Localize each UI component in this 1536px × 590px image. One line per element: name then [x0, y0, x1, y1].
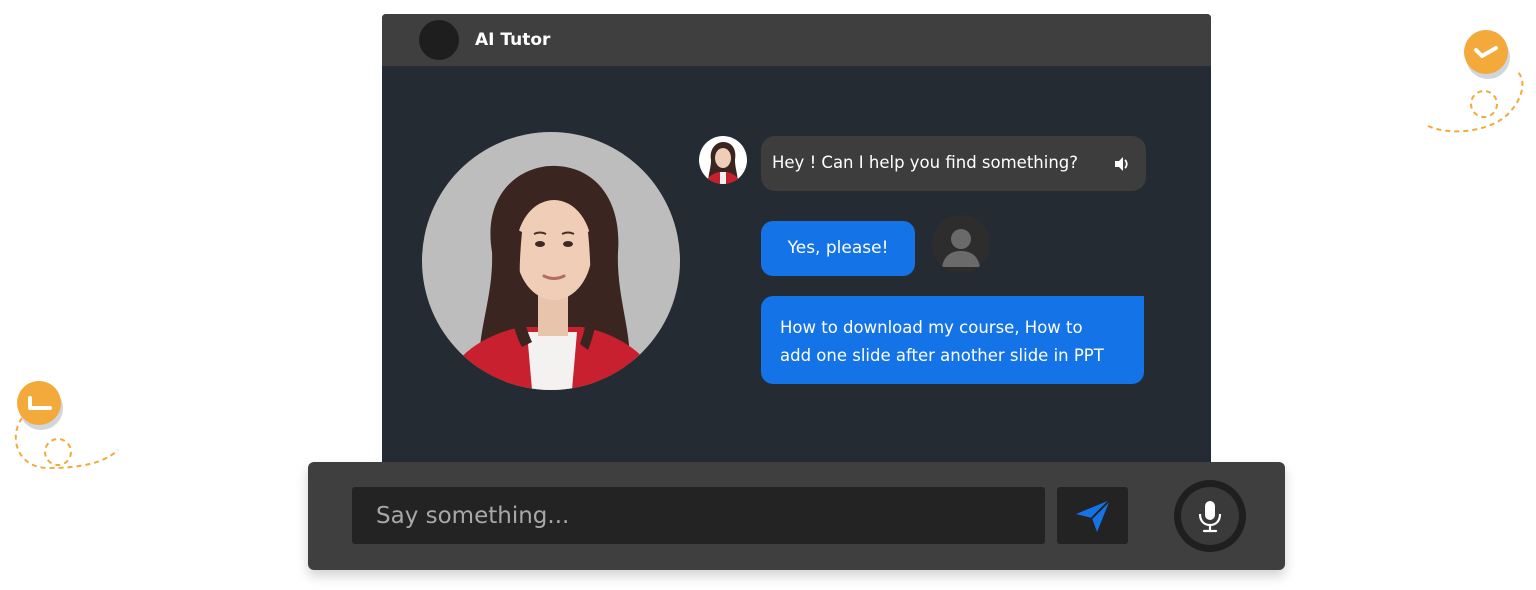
user-message-text: Yes, please! — [787, 238, 889, 258]
bot-message-bubble: Hey ! Can I help you find something? — [761, 136, 1146, 191]
send-button[interactable] — [1057, 487, 1128, 544]
message-input[interactable] — [352, 487, 1045, 544]
app-title: AI Tutor — [475, 30, 551, 50]
chat-window: AI Tutor Hey ! Can I help you find somet… — [382, 14, 1211, 466]
microphone-button-inner — [1181, 487, 1239, 545]
user-message-bubble: How to download my course, How to add on… — [761, 296, 1144, 384]
user-message-line: add one slide after another slide in PPT — [780, 346, 1104, 365]
message-composer — [308, 462, 1285, 570]
decorative-check-badge-left — [14, 381, 119, 470]
user-message-bubble: Yes, please! — [761, 221, 915, 276]
title-avatar — [419, 20, 459, 60]
title-bar: AI Tutor — [382, 14, 1211, 66]
tutor-portrait — [422, 132, 680, 390]
decorative-check-badge-right — [1427, 30, 1524, 133]
bot-message-text: Hey ! Can I help you find something? — [772, 153, 1079, 172]
user-avatar-icon — [932, 215, 990, 273]
bot-avatar — [699, 136, 747, 184]
user-message-line: How to download my course, How to — [780, 318, 1083, 337]
microphone-icon — [1198, 501, 1222, 533]
speaker-icon[interactable] — [1113, 155, 1131, 173]
microphone-button[interactable] — [1174, 480, 1246, 552]
send-icon — [1076, 499, 1111, 532]
